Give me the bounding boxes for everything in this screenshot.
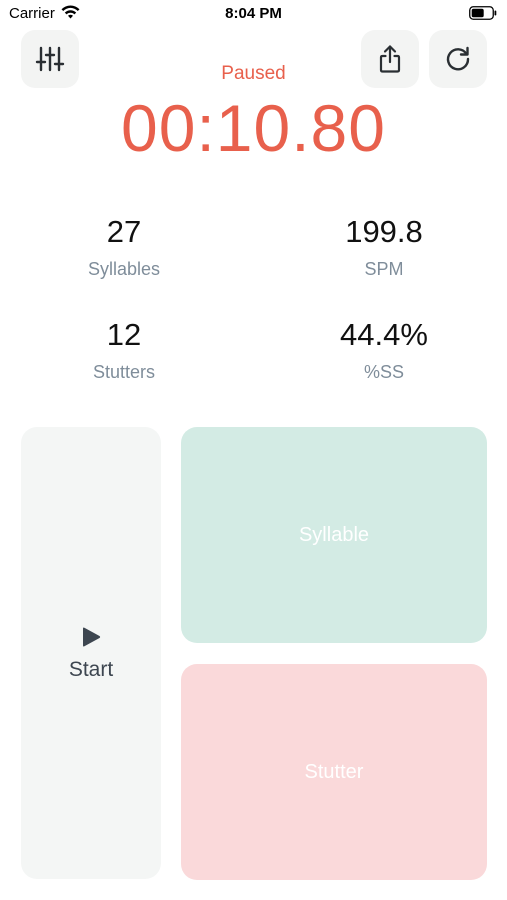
spm-stat: 199.8 SPM xyxy=(284,214,484,280)
timer-state-label: Paused xyxy=(221,63,286,84)
start-label: Start xyxy=(68,658,114,681)
battery-icon xyxy=(469,6,497,20)
stutter-counter-screen: Carrier 8:04 PM Paused 00:10.80 27 Sylla… xyxy=(0,0,507,900)
play-icon xyxy=(83,627,101,647)
stutter-label: Stutter xyxy=(304,760,364,783)
syllables-label: Syllables xyxy=(87,259,161,279)
start-button[interactable] xyxy=(21,427,161,879)
stutters-label: Stutters xyxy=(92,362,156,382)
syllable-button[interactable]: Syllable xyxy=(181,427,487,643)
status-bar: Carrier 8:04 PM xyxy=(0,0,507,28)
percent-ss-value: 44.4% xyxy=(340,317,428,352)
timer-display: 00:10.80 xyxy=(121,91,386,165)
syllables-count: 27 xyxy=(106,214,142,249)
stutters-stat: 12 Stutters xyxy=(24,317,224,383)
spm-value: 199.8 xyxy=(345,214,423,249)
spm-label: SPM xyxy=(364,259,404,279)
stutter-button[interactable]: Stutter xyxy=(181,664,487,880)
syllables-stat: 27 Syllables xyxy=(24,214,224,280)
percent-ss-stat: 44.4% %SS xyxy=(284,317,484,383)
percent-ss-label: %SS xyxy=(363,362,405,382)
syllable-label: Syllable xyxy=(298,523,370,546)
stutters-count: 12 xyxy=(106,317,142,352)
status-time: 8:04 PM xyxy=(225,5,282,22)
